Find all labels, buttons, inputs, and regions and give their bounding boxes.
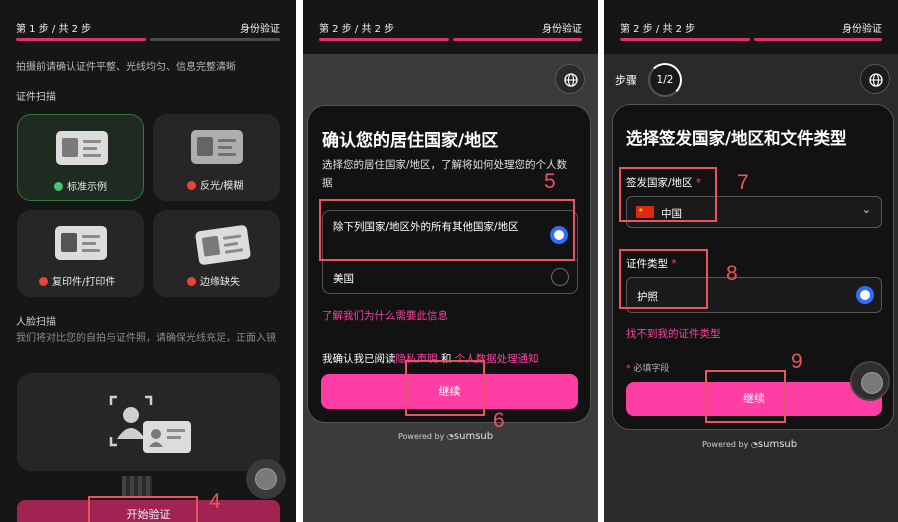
example-label: 边缘缺失 (200, 277, 240, 288)
brand-name: sumsub (757, 439, 798, 450)
step-header: 第 2 步 / 共 2 步 身份验证 (319, 20, 582, 35)
error-icon (187, 277, 196, 286)
step-indicator: 第 2 步 / 共 2 步 (620, 24, 696, 35)
step-progress-ring: 1/2 (648, 63, 682, 97)
globe-icon (869, 73, 883, 87)
annotation-box-4 (88, 496, 198, 522)
section-face-scan: 人脸扫描 (16, 317, 56, 328)
option-usa[interactable]: 美国 (323, 261, 577, 294)
example-label: 标准示例 (67, 182, 107, 193)
step-label: 步骤 (615, 74, 637, 87)
sumsub-logo-icon: ◔ (446, 432, 454, 441)
face-scan-illustration (17, 373, 280, 471)
radio-unselected[interactable] (551, 268, 569, 286)
consent-prefix: 我确认我已阅读 (322, 353, 396, 365)
annotation-box-5 (319, 199, 575, 261)
blurred-text (122, 476, 152, 498)
step2-residence-screen: 第 2 步 / 共 2 步 身份验证 确认您的居住国家/地区 选择您的居住国家/… (303, 0, 598, 522)
page-title: 身份验证 (542, 24, 582, 35)
required-note-text: 必填字段 (633, 364, 670, 374)
annotation-box-6 (405, 360, 485, 416)
floating-button[interactable] (246, 459, 286, 499)
powered-by-text: Powered by (702, 440, 749, 449)
heading: 确认您的居住国家/地区 (322, 131, 499, 151)
step-indicator: 第 2 步 / 共 2 步 (319, 24, 395, 35)
required-note: * 必填字段 (626, 361, 669, 374)
section-doc-scan: 证件扫描 (16, 92, 56, 103)
progress-bar (319, 38, 582, 41)
description: 选择您的居住国家/地区，了解将如何处理您的个人数据 (322, 159, 568, 189)
annotation-number-5: 5 (544, 170, 556, 193)
annotation-box-7 (619, 167, 717, 222)
selfie-id-icon (109, 395, 191, 453)
example-label: 复印件/打印件 (52, 277, 116, 288)
doc-not-found-link[interactable]: 找不到我的证件类型 (626, 326, 721, 341)
annotation-number-6: 6 (493, 409, 505, 432)
chevron-down-icon: ⌄ (861, 203, 871, 216)
page-title: 身份验证 (240, 24, 280, 35)
language-button[interactable] (555, 64, 585, 94)
check-icon (54, 182, 63, 191)
brand-name: sumsub (453, 431, 494, 442)
globe-icon (564, 73, 578, 87)
face-hint: 我们将对比您的自拍与证件照，请确保光线充足，正面入镜 (16, 333, 276, 344)
step-indicator: 第 1 步 / 共 2 步 (16, 24, 92, 35)
example-standard: 标准示例 (17, 114, 144, 201)
powered-by: Powered by ◔sumsub (398, 431, 493, 442)
annotation-number-4: 4 (209, 490, 221, 513)
sumsub-logo-icon: ◔ (750, 440, 758, 449)
error-icon (187, 181, 196, 190)
photo-hint: 拍摄前请确认证件平整、光线均匀、信息完整清晰 (16, 62, 236, 73)
progress-bar (620, 38, 882, 41)
id-card-icon (56, 131, 108, 165)
id-card-icon (55, 226, 107, 260)
error-icon (39, 277, 48, 286)
example-copy: 复印件/打印件 (17, 210, 144, 297)
option-label: 美国 (333, 273, 354, 285)
id-card-icon (194, 224, 252, 266)
example-edge: 边缘缺失 (153, 210, 280, 297)
step1-screen: 第 1 步 / 共 2 步 身份验证 拍摄前请确认证件平整、光线均匀、信息完整清… (0, 0, 296, 522)
annotation-box-8 (619, 249, 708, 309)
example-label: 反光/模糊 (200, 181, 244, 192)
step-header: 第 2 步 / 共 2 步 身份验证 (620, 20, 882, 35)
annotation-box-9 (705, 370, 786, 423)
learn-more-link[interactable]: 了解我们为什么需要此信息 (322, 308, 448, 323)
annotation-number-9: 9 (791, 350, 803, 373)
powered-by: Powered by ◔sumsub (702, 439, 797, 450)
page-title: 身份验证 (842, 24, 882, 35)
step2-document-screen: 第 2 步 / 共 2 步 身份验证 步骤 1/2 选择签发国家/地区和文件类型… (604, 0, 898, 522)
radio-selected[interactable] (856, 286, 874, 304)
annotation-number-7: 7 (737, 171, 749, 194)
id-card-icon (191, 130, 243, 164)
floating-button[interactable] (850, 361, 890, 401)
annotation-number-8: 8 (726, 262, 738, 285)
heading: 选择签发国家/地区和文件类型 (626, 129, 847, 148)
example-glare: 反光/模糊 (153, 114, 280, 201)
progress-bar (16, 38, 280, 41)
step-header: 第 1 步 / 共 2 步 身份验证 (16, 20, 280, 35)
language-button[interactable] (860, 64, 890, 94)
powered-by-text: Powered by (398, 432, 445, 441)
